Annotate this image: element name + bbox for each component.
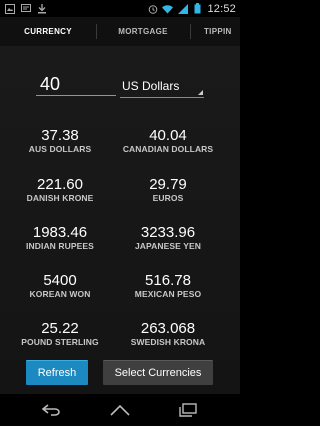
alarm-icon — [147, 3, 158, 14]
result-korean-won: 5400 KOREAN WON — [10, 272, 110, 300]
result-pound-sterling: 25.22 POUND STERLING — [10, 320, 110, 348]
result-danish-krone: 221.60 DANISH KRONE — [10, 176, 110, 204]
wifi-icon — [162, 3, 174, 14]
from-currency-dropdown[interactable]: US Dollars — [120, 76, 204, 98]
result-euros: 29.79 EUROS — [118, 176, 218, 204]
signal-icon — [177, 3, 188, 14]
status-time: 12:52 — [207, 2, 236, 15]
result-swedish-krona: 263.068 SWEDISH KRONA — [118, 320, 218, 348]
result-label: JAPANESE YEN — [134, 241, 202, 251]
result-aus-dollars: 37.38 AUS DOLLARS — [10, 127, 110, 155]
result-label: POUND STERLING — [21, 337, 99, 347]
tab-bar: CURRENCY MORTGAGE TIPPIN — [0, 17, 240, 46]
dropdown-caret-icon — [198, 90, 203, 95]
select-currencies-button[interactable]: Select Currencies — [103, 360, 213, 385]
message-icon — [20, 3, 31, 14]
recent-apps-icon[interactable] — [176, 402, 200, 418]
status-bar: 12:52 — [0, 0, 240, 17]
result-label: SWEDISH KRONA — [130, 337, 206, 347]
result-value: 40.04 — [149, 127, 187, 144]
result-value: 263.068 — [140, 320, 196, 337]
result-value: 25.22 — [41, 320, 79, 337]
tab-tipping[interactable]: TIPPIN — [190, 17, 240, 46]
back-icon[interactable] — [40, 402, 64, 418]
result-value: 221.60 — [37, 176, 83, 193]
tab-currency[interactable]: CURRENCY — [0, 17, 96, 46]
result-mexican-peso: 516.78 MEXICAN PESO — [118, 272, 218, 300]
battery-icon — [192, 3, 203, 14]
navigation-bar — [0, 394, 240, 426]
result-label: EUROS — [152, 193, 184, 203]
result-label: DANISH KRONE — [26, 193, 94, 203]
home-icon[interactable] — [108, 402, 132, 418]
result-value: 37.38 — [41, 127, 79, 144]
result-indian-rupees: 1983.46 INDIAN RUPEES — [10, 224, 110, 252]
result-label: AUS DOLLARS — [28, 144, 92, 154]
refresh-button[interactable]: Refresh — [26, 360, 88, 385]
result-value: 516.78 — [145, 272, 191, 289]
result-value: 1983.46 — [32, 224, 88, 241]
currency-converter-panel: US Dollars 37.38 AUS DOLLARS 40.04 CANAD… — [0, 46, 240, 394]
amount-input[interactable] — [36, 73, 116, 96]
gallery-icon — [4, 3, 15, 14]
result-label: MEXICAN PESO — [134, 289, 202, 299]
from-currency-value: US Dollars — [122, 79, 180, 93]
result-label: INDIAN RUPEES — [26, 241, 94, 251]
result-japanese-yen: 3233.96 JAPANESE YEN — [118, 224, 218, 252]
tab-mortgage[interactable]: MORTGAGE — [96, 17, 190, 46]
result-label: CANADIAN DOLLARS — [122, 144, 214, 154]
result-value: 5400 — [43, 272, 77, 289]
result-value: 3233.96 — [140, 224, 196, 241]
download-icon — [36, 3, 47, 14]
result-value: 29.79 — [149, 176, 187, 193]
result-canadian-dollars: 40.04 CANADIAN DOLLARS — [118, 127, 218, 155]
result-label: KOREAN WON — [29, 289, 91, 299]
